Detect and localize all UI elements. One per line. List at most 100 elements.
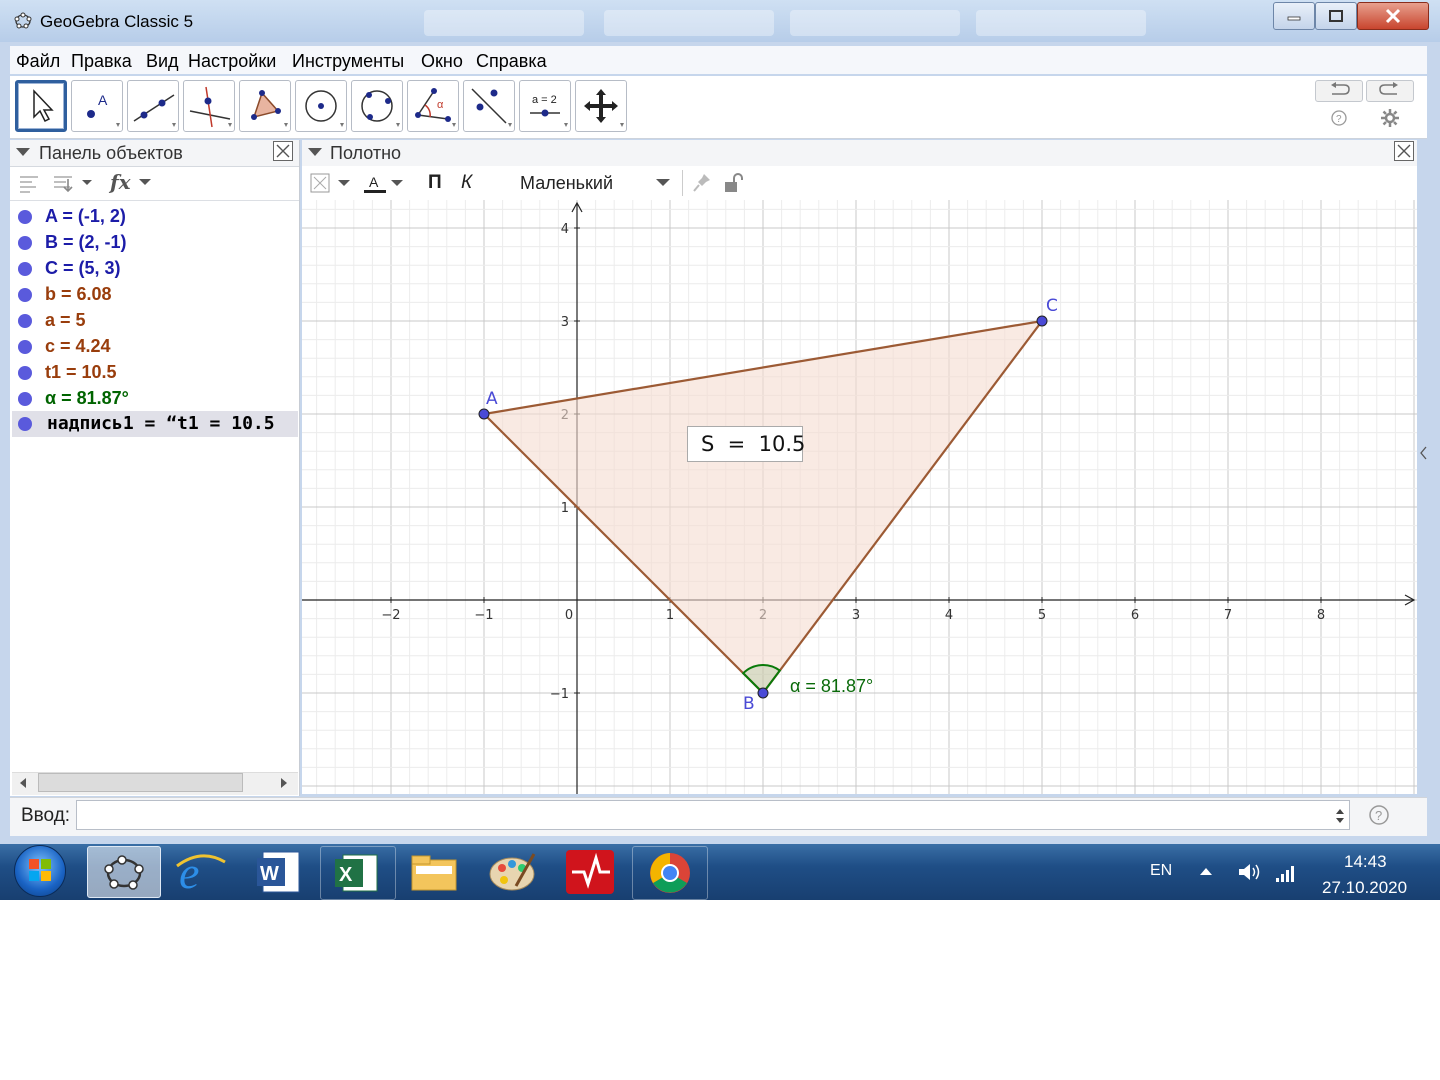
minimize-button[interactable] — [1273, 2, 1315, 30]
point-c[interactable] — [1036, 315, 1048, 327]
taskbar-geogebra[interactable] — [87, 846, 161, 898]
perpendicular-tool-button[interactable] — [183, 80, 235, 132]
close-window-button[interactable] — [1357, 2, 1429, 30]
close-graphics-panel-button[interactable] — [1394, 141, 1414, 161]
command-input-field[interactable] — [76, 800, 1350, 830]
slider-tool-button[interactable]: a = 2 — [519, 80, 571, 132]
x-tick-label: 6 — [1131, 608, 1139, 623]
visibility-dot-icon[interactable] — [18, 340, 32, 354]
expand-side-panel-icon[interactable] — [1419, 445, 1429, 461]
scroll-left-icon[interactable] — [18, 777, 28, 789]
show-hidden-icons-chevron-icon[interactable] — [1199, 866, 1213, 876]
svg-text:α: α — [437, 99, 444, 111]
visibility-dot-icon[interactable] — [18, 288, 32, 302]
input-help-icon[interactable]: ? — [1368, 804, 1390, 826]
bold-button[interactable]: П — [428, 172, 442, 194]
move-tool-button[interactable] — [15, 80, 67, 132]
menu-view[interactable]: Вид — [146, 51, 179, 72]
chevron-down-icon[interactable] — [655, 178, 671, 188]
visibility-dot-icon[interactable] — [18, 417, 32, 431]
redo-button[interactable] — [1366, 80, 1414, 102]
fx-button[interactable]: fx — [110, 170, 131, 194]
menu-window[interactable]: Окно — [421, 51, 463, 72]
background-browser-tab — [424, 10, 584, 36]
gear-icon[interactable] — [1380, 108, 1400, 128]
taskbar-presenter[interactable] — [554, 846, 628, 898]
object-row-label: α = 81.87° — [45, 388, 129, 408]
menu-edit[interactable]: Правка — [71, 51, 132, 72]
svg-text:?: ? — [1336, 114, 1342, 125]
taskbar-excel[interactable]: X — [320, 846, 396, 900]
visibility-dot-icon[interactable] — [18, 210, 32, 224]
object-row[interactable]: α = 81.87° — [12, 386, 298, 412]
taskbar-paint[interactable] — [476, 846, 550, 898]
menu-tools[interactable]: Инструменты — [292, 51, 404, 72]
taskbar-file-explorer[interactable] — [398, 846, 472, 898]
text-size-select[interactable]: Маленький — [520, 173, 613, 194]
circle-center-icon — [305, 90, 344, 127]
cursor-arrow-icon — [33, 89, 54, 123]
polygon-tool-button[interactable] — [239, 80, 291, 132]
close-object-panel-button[interactable] — [273, 141, 293, 161]
line-tool-button[interactable] — [127, 80, 179, 132]
help-icon[interactable]: ? — [1330, 109, 1348, 127]
taskbar-chrome[interactable] — [632, 846, 708, 900]
object-row[interactable]: b = 6.08 — [12, 282, 298, 308]
scroll-right-icon[interactable] — [279, 777, 289, 789]
menu-settings[interactable]: Настройки — [188, 51, 276, 72]
chevron-down-icon[interactable] — [138, 178, 152, 186]
clock-time[interactable]: 14:43 — [1344, 852, 1387, 872]
svg-text:e: e — [179, 847, 199, 896]
unlock-icon[interactable] — [722, 172, 744, 194]
collapse-triangle-icon[interactable] — [308, 148, 322, 158]
circle-center-tool-button[interactable] — [295, 80, 347, 132]
visibility-dot-icon[interactable] — [18, 236, 32, 250]
text-color-picker[interactable]: A — [363, 173, 407, 195]
visibility-dot-icon[interactable] — [18, 314, 32, 328]
circle-three-points-tool-button[interactable] — [351, 80, 403, 132]
undo-button[interactable] — [1315, 80, 1363, 102]
point-icon: A — [87, 92, 120, 127]
object-row[interactable]: B = (2, -1) — [12, 230, 298, 256]
sort-objects-icon[interactable] — [52, 173, 98, 193]
network-signal-icon[interactable] — [1274, 862, 1298, 884]
move-view-tool-button[interactable] — [575, 80, 627, 132]
polygon-icon — [251, 90, 288, 127]
taskbar-word[interactable]: W — [243, 846, 317, 898]
menu-help[interactable]: Справка — [476, 51, 547, 72]
collapse-triangle-icon[interactable] — [16, 148, 30, 158]
angle-tool-button[interactable]: α — [407, 80, 459, 132]
volume-icon[interactable] — [1236, 860, 1264, 884]
visibility-dot-icon[interactable] — [18, 262, 32, 276]
history-arrows-icon[interactable] — [1335, 808, 1345, 824]
background-color-picker[interactable] — [310, 173, 354, 193]
pin-icon[interactable] — [692, 172, 712, 194]
geogebra-icon — [104, 855, 144, 890]
object-row[interactable]: A = (-1, 2) — [12, 204, 298, 230]
italic-button[interactable]: К — [461, 172, 472, 194]
object-row[interactable]: c = 4.24 — [12, 334, 298, 360]
language-indicator[interactable]: EN — [1150, 862, 1172, 880]
angle-label: α = 81.87° — [790, 676, 874, 696]
auxiliary-objects-icon[interactable] — [18, 173, 40, 193]
visibility-dot-icon[interactable] — [18, 392, 32, 406]
visibility-dot-icon[interactable] — [18, 366, 32, 380]
area-text: S = 10.5 — [701, 432, 806, 456]
taskbar-internet-explorer[interactable]: e — [165, 846, 239, 898]
object-row-selected[interactable]: надпись1 = “t1 = 10.5 — [12, 411, 298, 437]
object-row[interactable]: C = (5, 3) — [12, 256, 298, 282]
reflect-tool-button[interactable] — [463, 80, 515, 132]
point-b[interactable] — [757, 687, 769, 699]
menu-file[interactable]: Файл — [16, 51, 60, 72]
scrollbar-thumb[interactable] — [38, 773, 243, 792]
maximize-button[interactable] — [1315, 2, 1357, 30]
graphics-canvas[interactable]: −2−1012345678−11234 ABC — [302, 200, 1417, 794]
start-button[interactable] — [14, 845, 66, 897]
object-row-label: надпись1 = “t1 = 10.5 — [47, 413, 275, 434]
object-row[interactable]: t1 = 10.5 — [12, 360, 298, 386]
point-a[interactable] — [478, 408, 490, 420]
object-row[interactable]: a = 5 — [12, 308, 298, 334]
point-tool-button[interactable]: A — [71, 80, 123, 132]
area-text-box[interactable]: S = 10.5 — [687, 426, 806, 462]
clock-date[interactable]: 27.10.2020 — [1322, 878, 1407, 898]
